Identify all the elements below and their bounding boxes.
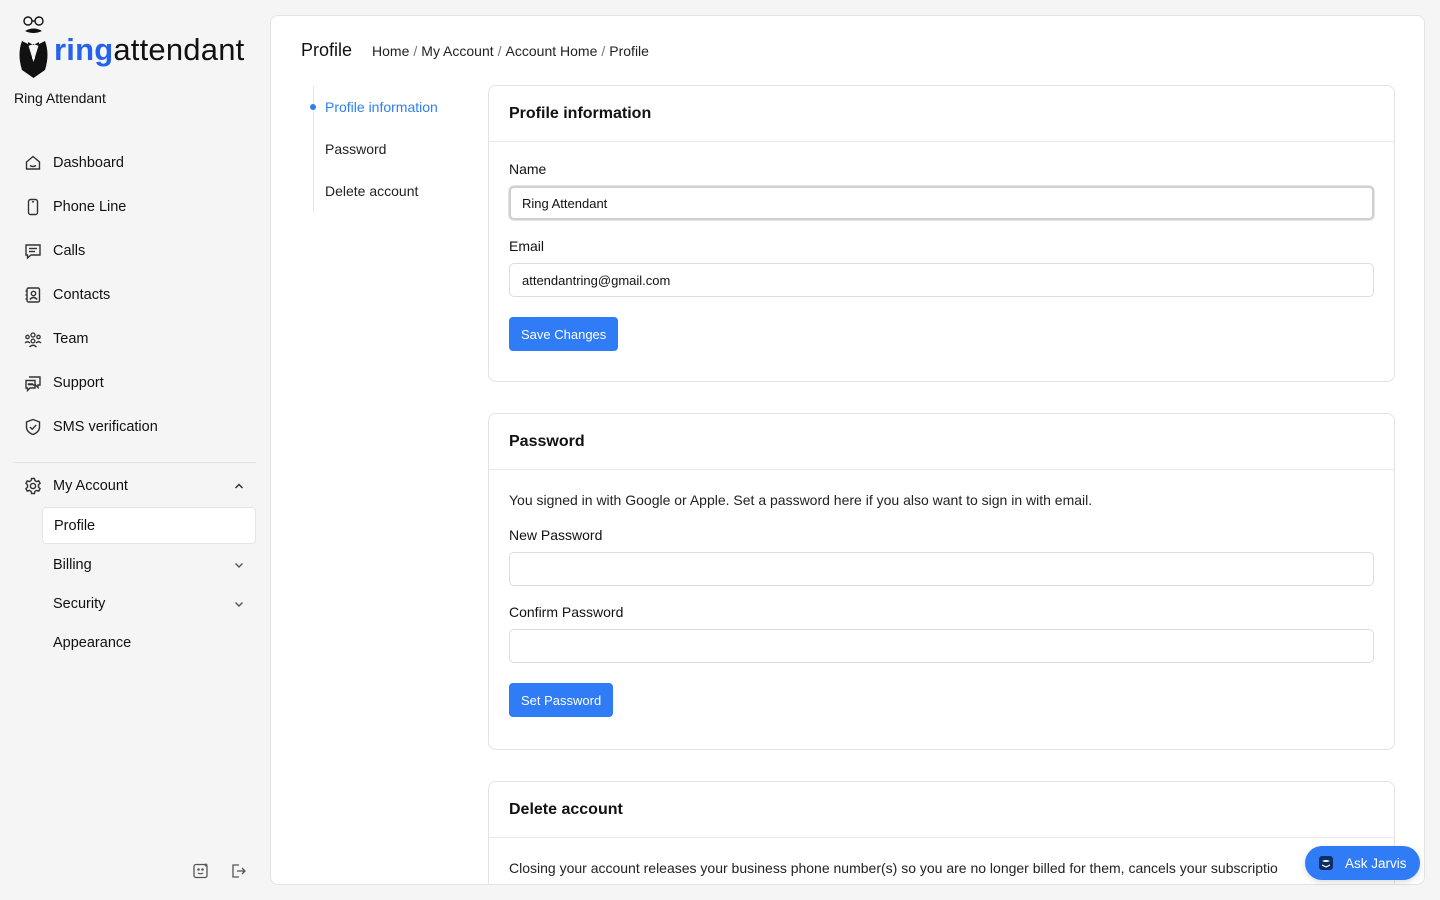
sidebar-item-label: SMS verification: [53, 419, 158, 435]
sidebar-nav: Dashboard Phone Line Calls Contacts Team: [14, 141, 256, 449]
toc-item-profile-information[interactable]: Profile information: [310, 86, 463, 128]
sidebar-item-label: Calls: [53, 243, 86, 259]
shield-check-icon: [24, 418, 42, 436]
new-password-input[interactable]: [509, 552, 1374, 586]
chevron-up-icon[interactable]: [232, 479, 246, 493]
sidebar-item-team[interactable]: Team: [14, 317, 256, 361]
toc-item-delete-account[interactable]: Delete account: [314, 170, 463, 212]
feedback-icon[interactable]: [192, 862, 210, 880]
confirm-password-label: Confirm Password: [509, 604, 624, 620]
butler-icon: [1317, 854, 1335, 872]
sidebar-item-dashboard[interactable]: Dashboard: [14, 141, 256, 185]
sidebar-subitem-label: Appearance: [53, 634, 132, 651]
save-changes-button[interactable]: Save Changes: [509, 317, 619, 351]
page-title: Profile: [301, 40, 353, 60]
sidebar-subitem-label: Profile: [54, 517, 96, 534]
sidebar-item-label: Support: [53, 375, 104, 391]
sidebar-footer: [192, 862, 247, 880]
card-body: Name Email Save Changes: [489, 142, 1394, 351]
logo-wordmark: ringattendant: [54, 32, 244, 68]
ask-jarvis-label: Ask Jarvis: [1345, 855, 1407, 871]
sidebar-subitem-security[interactable]: Security: [42, 584, 256, 623]
logout-icon[interactable]: [229, 862, 247, 880]
sidebar-item-contacts[interactable]: Contacts: [14, 273, 256, 317]
breadcrumb-separator: /: [413, 43, 418, 59]
sidebar-item-label: Dashboard: [53, 155, 124, 171]
card-title: Profile information: [489, 86, 1394, 142]
section-nav: Profile information Password Delete acco…: [310, 86, 463, 212]
password-card: Password You signed in with Google or Ap…: [488, 413, 1395, 750]
home-icon: [24, 154, 42, 172]
butler-logo-icon: [12, 14, 56, 80]
sidebar-divider: [14, 462, 256, 463]
sidebar-subitem-label: Billing: [53, 556, 92, 573]
sidebar-subitem-label: Security: [53, 595, 106, 612]
new-password-label: New Password: [509, 527, 603, 543]
profile-information-card: Profile information Name Email Save Chan…: [488, 85, 1395, 382]
sidebar: ringattendant Ring Attendant Dashboard P…: [0, 0, 270, 900]
card-body: You signed in with Google or Apple. Set …: [489, 470, 1394, 717]
sidebar-item-calls[interactable]: Calls: [14, 229, 256, 273]
contacts-icon: [24, 286, 42, 304]
my-account-label: My Account: [53, 478, 128, 494]
email-input[interactable]: [509, 263, 1374, 297]
sidebar-item-phone-line[interactable]: Phone Line: [14, 185, 256, 229]
logo-ring-text: ring: [54, 32, 114, 67]
sidebar-item-label: Team: [53, 331, 89, 347]
my-account-section: My Account Profile Billing Security Appe…: [14, 466, 256, 662]
confirm-password-input[interactable]: [509, 629, 1374, 663]
my-account-toggle[interactable]: My Account: [14, 466, 256, 506]
name-input[interactable]: [509, 186, 1374, 220]
delete-account-description: Closing your account releases your busin…: [509, 860, 1278, 876]
breadcrumb-my-account[interactable]: My Account: [421, 43, 493, 59]
sidebar-item-sms-verification[interactable]: SMS verification: [14, 405, 256, 449]
breadcrumb-separator: /: [601, 43, 606, 59]
gear-icon: [24, 477, 42, 495]
set-password-button[interactable]: Set Password: [509, 683, 614, 717]
breadcrumb-profile: Profile: [609, 43, 649, 59]
main-panel: Profile Home / My Account / Account Home / Pro…: [270, 15, 1425, 885]
sidebar-subitem-billing[interactable]: Billing: [42, 545, 256, 584]
sidebar-subitem-appearance[interactable]: Appearance: [42, 623, 256, 662]
card-title: Delete account: [489, 782, 1394, 838]
name-label: Name: [509, 161, 547, 177]
card-body: Closing your account releases your busin…: [489, 838, 1394, 876]
password-note: You signed in with Google or Apple. Set …: [509, 492, 1093, 508]
support-icon: [24, 374, 42, 392]
ask-jarvis-button[interactable]: Ask Jarvis: [1305, 846, 1420, 880]
chevron-down-icon[interactable]: [232, 558, 246, 572]
email-label: Email: [509, 238, 545, 254]
breadcrumb: Home / My Account / Account Home / Profile: [372, 43, 649, 59]
account-name: Ring Attendant: [14, 90, 106, 106]
logo-attendant-text: attendant: [113, 32, 245, 67]
sidebar-item-label: Phone Line: [53, 199, 127, 215]
sidebar-subitem-profile[interactable]: Profile: [42, 507, 256, 544]
phone-icon: [24, 198, 42, 216]
toc-item-password[interactable]: Password: [314, 128, 463, 170]
delete-account-card: Delete account Closing your account rele…: [488, 781, 1395, 884]
chevron-down-icon[interactable]: [232, 597, 246, 611]
logo[interactable]: ringattendant: [12, 14, 252, 80]
breadcrumb-account-home[interactable]: Account Home: [506, 43, 598, 59]
card-title: Password: [489, 414, 1394, 470]
message-icon: [24, 242, 42, 260]
sidebar-item-support[interactable]: Support: [14, 361, 256, 405]
page-header: Profile Home / My Account / Account Home / Pro…: [301, 40, 649, 61]
breadcrumb-separator: /: [497, 43, 502, 59]
breadcrumb-home[interactable]: Home: [372, 43, 409, 59]
team-icon: [24, 330, 42, 348]
sidebar-item-label: Contacts: [53, 287, 111, 303]
